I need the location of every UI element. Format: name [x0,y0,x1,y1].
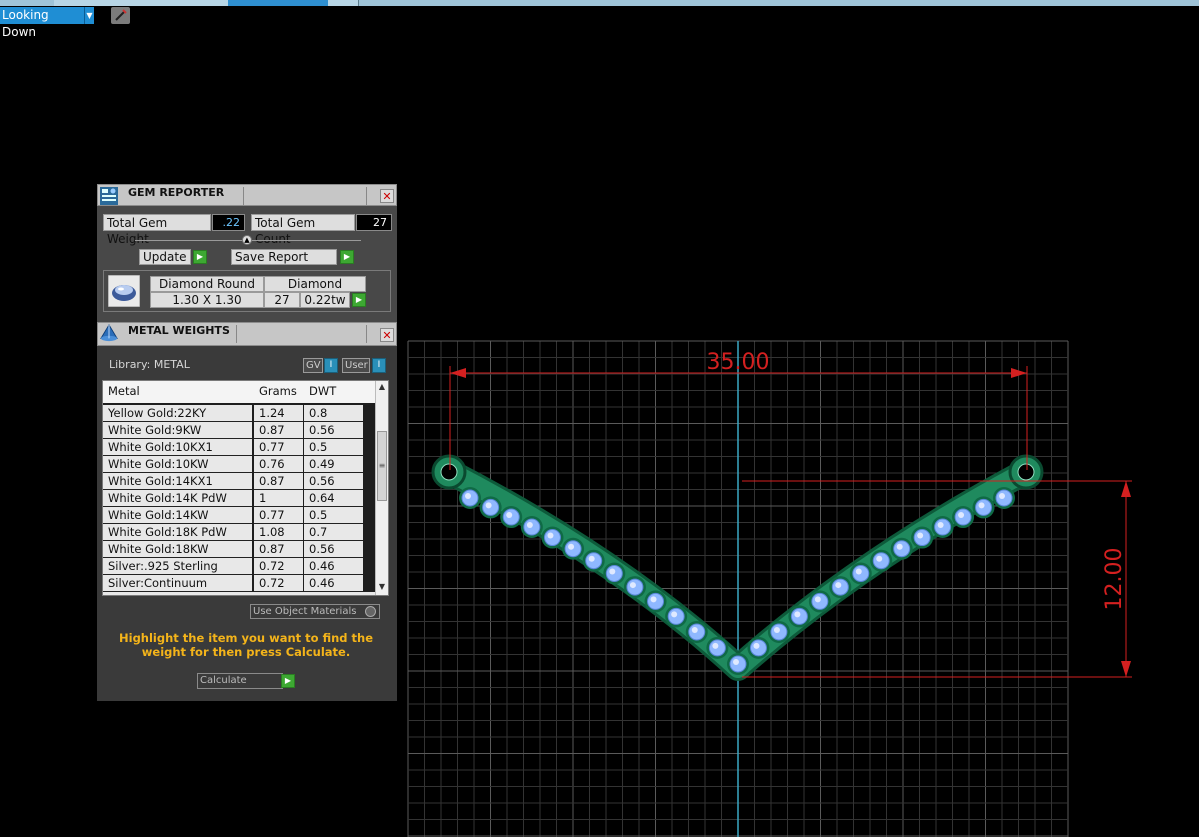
stone-highlight [876,555,883,562]
stone-highlight [547,532,554,539]
bail-hole [1017,463,1035,481]
stone-highlight [814,596,821,603]
stone-highlight [794,611,801,618]
cad-viewport[interactable]: 35.00 12.00 [0,0,1199,837]
stone-highlight [691,626,698,633]
stone-highlight [958,512,965,519]
bail-hole [440,463,458,481]
height-dimension-label: 12.00 [1102,548,1127,611]
stone-highlight [712,642,719,649]
stone-highlight [588,555,595,562]
stone-highlight [917,532,924,539]
stone-highlight [629,582,636,589]
stone-highlight [526,522,533,529]
stone-highlight [773,626,780,633]
stone-highlight [733,659,739,665]
stone-highlight [465,493,471,499]
stone-highlight [896,543,903,550]
stone-highlight [999,493,1005,499]
stone-highlight [485,502,492,509]
stone-highlight [978,502,985,509]
width-dimension-label: 35.00 [707,350,770,375]
stone-highlight [506,512,513,519]
stone-highlight [753,642,760,649]
stone-highlight [650,596,657,603]
stone-highlight [609,568,616,575]
stone-highlight [568,543,575,550]
stone-highlight [835,582,842,589]
stone-highlight [855,568,862,575]
stone-highlight [937,522,944,529]
stone-highlight [671,611,678,618]
